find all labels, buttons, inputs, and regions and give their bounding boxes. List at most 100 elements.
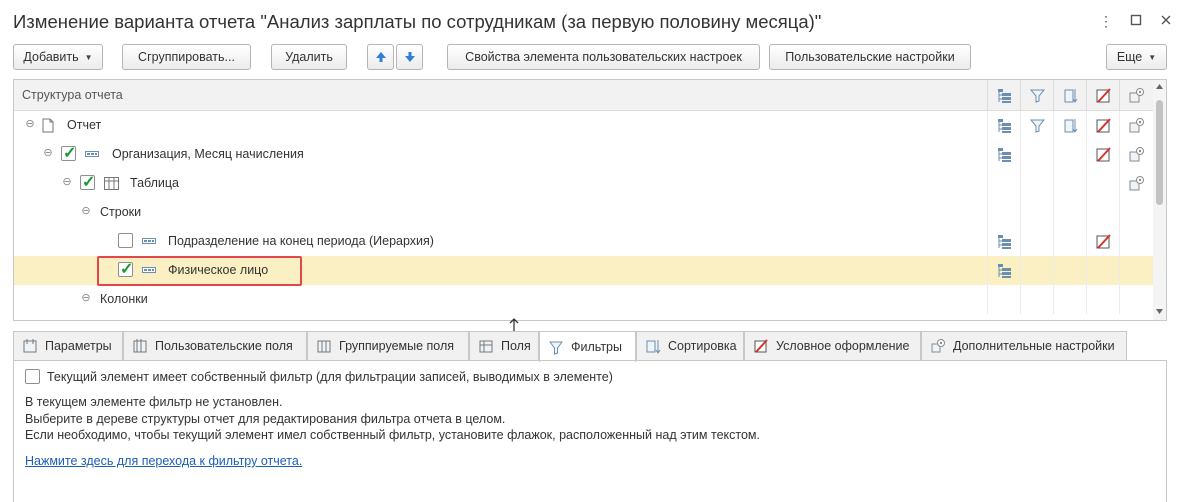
row-checkbox[interactable]: ✓ <box>80 174 95 191</box>
own-filter-label[interactable]: Текущий элемент имеет собственный фильтр… <box>47 370 613 384</box>
gear-icon <box>1129 118 1144 133</box>
scrollbar-thumb[interactable] <box>1156 100 1163 205</box>
sort-cell[interactable] <box>1053 111 1086 140</box>
groupings-cell[interactable] <box>987 198 1020 227</box>
tab-sort[interactable]: Сортировка <box>636 331 744 360</box>
groupings-cell[interactable] <box>987 111 1020 140</box>
chevron-down-icon: ▼ <box>1148 52 1157 62</box>
more-button-label: Еще <box>1116 50 1143 64</box>
tree-row-organization-month[interactable]: ⊖ ✓ Организация, Месяц начисления <box>14 140 1154 169</box>
delete-button[interactable]: Удалить <box>271 44 347 70</box>
filter-cell[interactable] <box>1020 111 1053 140</box>
additional-settings-cell[interactable] <box>1119 285 1152 314</box>
tab-additional-settings[interactable]: Дополнительные настройки <box>921 331 1127 360</box>
additional-settings-cell[interactable] <box>1119 169 1152 198</box>
more-button[interactable]: Еще ▼ <box>1106 44 1167 70</box>
tree-row-report[interactable]: ⊖ Отчет <box>14 111 1154 140</box>
tree-row-table[interactable]: ⊖ ✓ Таблица <box>14 169 1154 198</box>
tab-filters[interactable]: Фильтры <box>539 331 636 362</box>
collapse-icon[interactable]: ⊖ <box>42 147 54 159</box>
row-checkbox[interactable] <box>118 233 133 248</box>
tree-row-department[interactable]: Подразделение на конец периода (Иерархия… <box>14 227 1154 256</box>
conditional-format-icon <box>1096 118 1111 133</box>
report-structure-tree[interactable]: Структура отчета ⊖ Отчет ⊖ ✓ Организация <box>13 79 1167 321</box>
filter-cell[interactable] <box>1020 285 1053 314</box>
add-button[interactable]: Добавить ▼ <box>13 44 103 70</box>
collapse-icon[interactable]: ⊖ <box>80 292 92 304</box>
close-icon[interactable] <box>1157 12 1175 30</box>
element-properties-label: Свойства элемента пользовательских настр… <box>465 50 742 64</box>
arrow-down-icon <box>404 52 415 62</box>
tree-row-label: Организация, Месяц начисления <box>112 147 304 161</box>
filter-cell[interactable] <box>1020 140 1053 169</box>
column-header-sort[interactable] <box>1053 80 1086 111</box>
column-header-groupings[interactable] <box>987 80 1020 111</box>
conditional-format-icon <box>754 339 768 353</box>
filter-cell[interactable] <box>1020 256 1053 285</box>
sort-cell[interactable] <box>1053 227 1086 256</box>
tree-row-rows[interactable]: ⊖ Строки <box>14 198 1154 227</box>
filter-cell[interactable] <box>1020 198 1053 227</box>
tab-parameters[interactable]: Параметры <box>13 331 123 360</box>
additional-settings-cell[interactable] <box>1119 198 1152 227</box>
additional-settings-cell[interactable] <box>1119 256 1152 285</box>
filter-cell[interactable] <box>1020 169 1053 198</box>
conditional-format-cell[interactable] <box>1086 256 1119 285</box>
conditional-format-icon <box>1096 147 1111 162</box>
report-filter-link[interactable]: Нажмите здесь для перехода к фильтру отч… <box>25 454 302 468</box>
conditional-format-cell[interactable] <box>1086 169 1119 198</box>
own-filter-checkbox[interactable] <box>25 369 40 384</box>
conditional-format-cell[interactable] <box>1086 140 1119 169</box>
groupings-cell[interactable] <box>987 256 1020 285</box>
tab-fields[interactable]: Поля <box>469 331 539 360</box>
conditional-format-cell[interactable] <box>1086 285 1119 314</box>
tree-row-columns[interactable]: ⊖ Колонки <box>14 285 1154 314</box>
collapse-icon[interactable]: ⊖ <box>24 118 36 130</box>
additional-settings-cell[interactable] <box>1119 140 1152 169</box>
filter-cell[interactable] <box>1020 227 1053 256</box>
additional-settings-cell[interactable] <box>1119 227 1152 256</box>
maximize-icon[interactable] <box>1127 12 1145 30</box>
tab-conditional-format[interactable]: Условное оформление <box>744 331 921 360</box>
groupings-icon <box>998 89 1011 103</box>
conditional-format-cell[interactable] <box>1086 198 1119 227</box>
groupings-cell[interactable] <box>987 140 1020 169</box>
checkmark-icon: ✓ <box>63 145 77 162</box>
user-settings-button[interactable]: Пользовательские настройки <box>769 44 971 70</box>
sort-cell[interactable] <box>1053 169 1086 198</box>
scroll-down-icon <box>1156 309 1163 314</box>
tab-user-fields[interactable]: Пользовательские поля <box>123 331 307 360</box>
more-menu-icon[interactable]: ⋮ <box>1097 12 1115 30</box>
column-header-conditional-format[interactable] <box>1086 80 1119 111</box>
move-down-button[interactable] <box>396 44 423 70</box>
collapse-icon[interactable]: ⊖ <box>61 176 73 188</box>
additional-settings-cell[interactable] <box>1119 111 1152 140</box>
tree-row-label: Строки <box>100 205 142 219</box>
sort-icon <box>1064 89 1078 103</box>
group-button[interactable]: Сгруппировать... <box>122 44 251 70</box>
sort-cell[interactable] <box>1053 140 1086 169</box>
groupings-icon <box>998 119 1011 133</box>
tab-grouped-fields[interactable]: Группируемые поля <box>307 331 469 360</box>
groupings-icon <box>998 264 1011 278</box>
column-header-additional-settings[interactable] <box>1119 80 1152 111</box>
tree-scrollbar[interactable] <box>1153 80 1166 320</box>
groupings-cell[interactable] <box>987 285 1020 314</box>
sort-cell[interactable] <box>1053 256 1086 285</box>
document-icon <box>42 118 54 133</box>
move-up-button[interactable] <box>367 44 394 70</box>
conditional-format-cell[interactable] <box>1086 227 1119 256</box>
sort-cell[interactable] <box>1053 198 1086 227</box>
conditional-format-cell[interactable] <box>1086 111 1119 140</box>
fields-icon <box>479 340 493 353</box>
tree-row-label: Колонки <box>100 292 148 306</box>
collapse-icon[interactable]: ⊖ <box>80 205 92 217</box>
tree-header: Структура отчета <box>14 80 1154 111</box>
groupings-cell[interactable] <box>987 169 1020 198</box>
groupings-cell[interactable] <box>987 227 1020 256</box>
sort-cell[interactable] <box>1053 285 1086 314</box>
column-header-filter[interactable] <box>1020 80 1053 111</box>
row-checkbox[interactable]: ✓ <box>61 145 77 162</box>
groupings-icon <box>998 148 1011 162</box>
element-properties-button[interactable]: Свойства элемента пользовательских настр… <box>447 44 760 70</box>
